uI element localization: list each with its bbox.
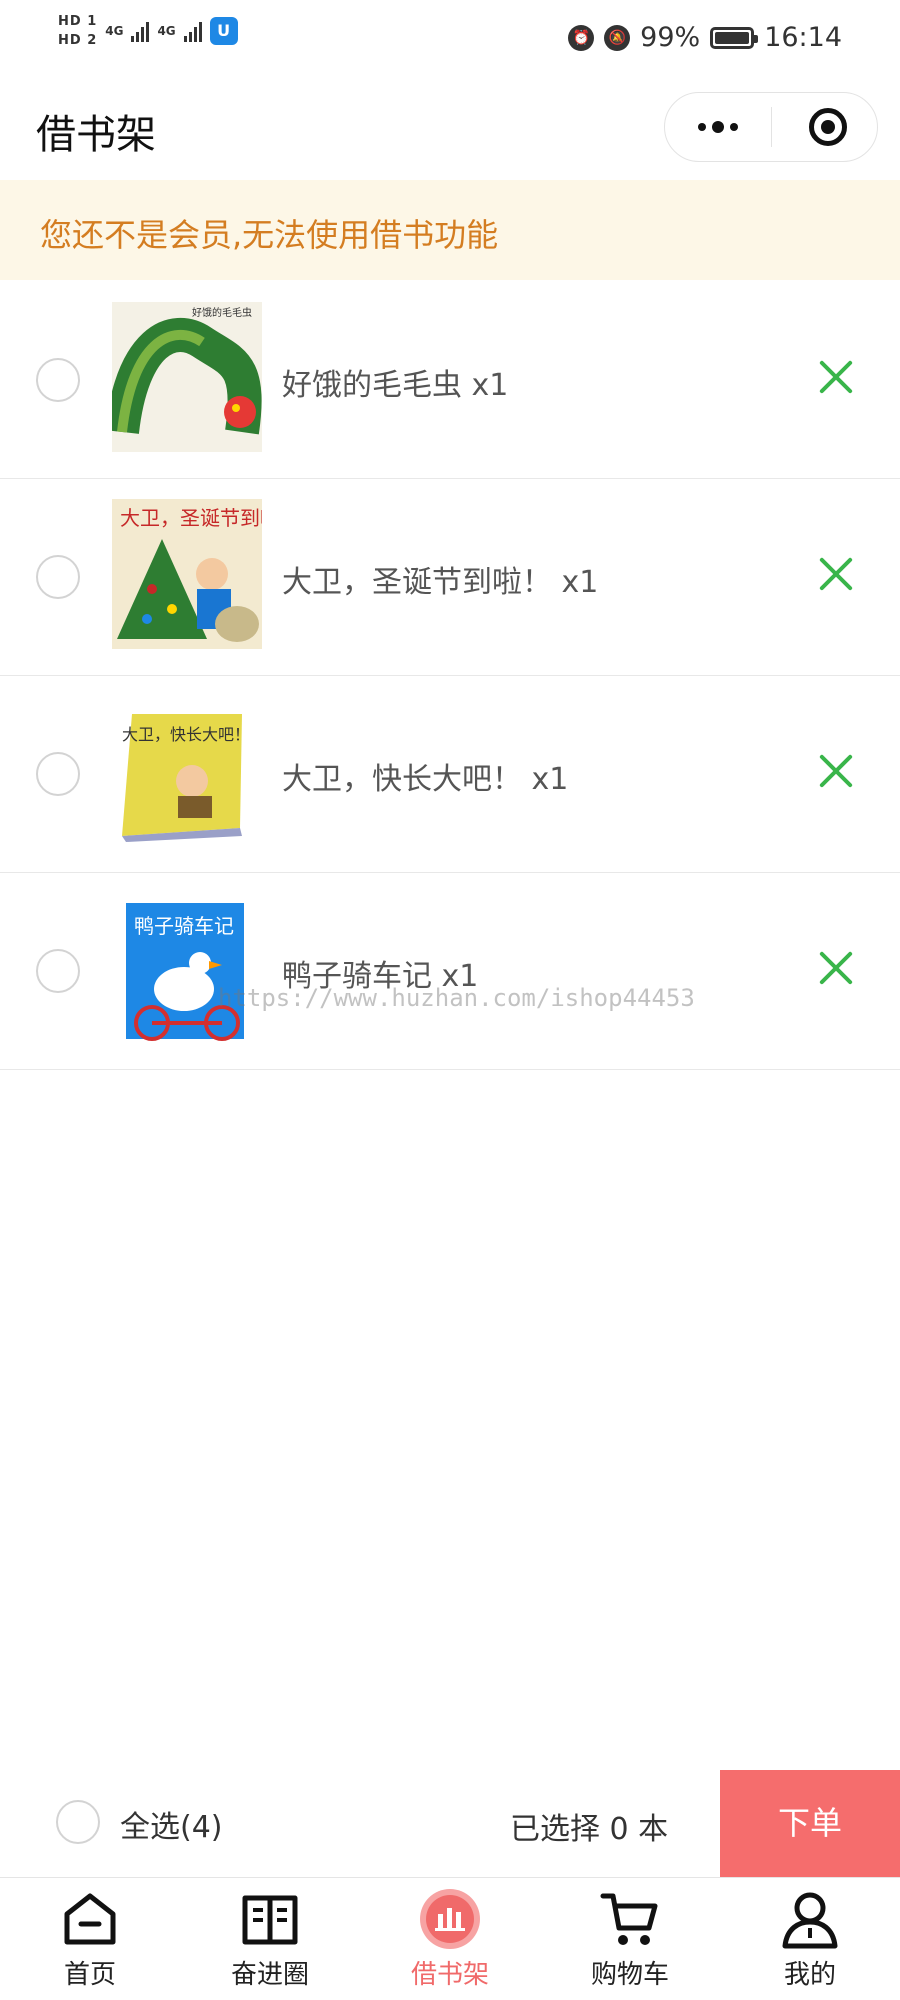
signal1-icon xyxy=(131,20,150,42)
more-menu-button[interactable] xyxy=(665,93,771,161)
list-item: 鸭子骑车记 鸭子骑车记 x1 xyxy=(0,873,900,1070)
cover-title-text: 大卫，快长大吧！ xyxy=(122,725,250,744)
tab-label: 购物车 xyxy=(590,1960,669,1990)
signal2-icon xyxy=(183,20,202,42)
tab-circle[interactable]: 奋进圈 xyxy=(210,1888,330,1991)
book-select-radio[interactable] xyxy=(36,358,80,402)
delete-icon[interactable] xyxy=(816,751,856,791)
tab-label: 首页 xyxy=(63,1960,116,1990)
cover-title-text: 鸭子骑车记 xyxy=(134,914,234,938)
battery-icon xyxy=(710,26,759,49)
more-dot-icon xyxy=(730,123,738,131)
tab-home[interactable]: 首页 xyxy=(30,1888,150,1991)
mute-icon: 🔕 xyxy=(604,24,631,51)
select-all-label[interactable]: 全选(4) xyxy=(120,1802,223,1846)
tab-label: 我的 xyxy=(783,1960,836,1990)
alarm-icon: ⏰ xyxy=(568,24,595,51)
tab-label: 借书架 xyxy=(410,1960,489,1990)
book-name: 好饿的毛毛虫 x1 xyxy=(282,368,509,403)
book-select-radio[interactable] xyxy=(36,949,80,993)
sim1-label: HD 1 xyxy=(58,14,98,29)
book-select-radio[interactable] xyxy=(36,752,80,796)
list-item: 大卫，圣诞节到啦！ 大卫，圣诞节到啦！ x1 xyxy=(0,479,900,676)
delete-icon[interactable] xyxy=(816,554,856,594)
user-icon xyxy=(782,1892,838,1949)
capsule-divider xyxy=(771,107,772,147)
book-list: 好饿的毛毛虫 好饿的毛毛虫 x1 大卫，圣诞节到啦！ 大卫，圣诞节到啦！ x1 xyxy=(0,282,900,1070)
sim-indicators: HD 1 HD 2 xyxy=(58,14,97,48)
tab-cart[interactable]: 购物车 xyxy=(570,1888,690,1991)
book-cover: 好饿的毛毛虫 xyxy=(112,302,262,452)
book-cover: 鸭子骑车记 xyxy=(112,893,262,1043)
order-button[interactable]: 下单 xyxy=(720,1770,900,1877)
status-left: HD 1 HD 2 4G 4G U xyxy=(58,14,238,48)
watermark: https://www.huzhan.com/ishop44453 xyxy=(218,984,695,1012)
tab-label: 奋进圈 xyxy=(230,1960,309,1990)
close-miniprogram-button[interactable] xyxy=(809,108,847,146)
miniprogram-capsule xyxy=(664,92,878,162)
status-bar: HD 1 HD 2 4G 4G U ⏰ 🔕 99% 16:14 xyxy=(0,0,900,80)
title-bar: 借书架 xyxy=(0,80,900,180)
book-cover: 大卫，快长大吧！ xyxy=(112,696,262,846)
network2-label: 4G xyxy=(157,24,176,38)
bookshelf-icon xyxy=(420,1889,480,1949)
select-all-radio[interactable] xyxy=(56,1800,100,1844)
tab-bar: 首页 奋进圈 借书架 购物车 我的 xyxy=(0,1877,900,2000)
battery-percent: 99% xyxy=(640,22,701,53)
home-icon xyxy=(64,1893,116,1945)
list-item: 好饿的毛毛虫 好饿的毛毛虫 x1 xyxy=(0,282,900,479)
more-dot-icon xyxy=(712,121,724,133)
cart-icon xyxy=(600,1893,658,1945)
target-icon xyxy=(821,120,835,134)
clock: 16:14 xyxy=(764,22,842,53)
book-name: 大卫，快长大吧！ x1 xyxy=(282,762,569,797)
delete-icon[interactable] xyxy=(816,357,856,397)
cover-title-text: 大卫，圣诞节到啦！ xyxy=(120,506,262,530)
book-name: 大卫，圣诞节到啦！ x1 xyxy=(282,565,599,600)
status-right: ⏰ 🔕 99% 16:14 xyxy=(568,22,842,53)
book-open-icon xyxy=(242,1895,298,1945)
book-cover: 大卫，圣诞节到啦！ xyxy=(112,499,262,649)
delete-icon[interactable] xyxy=(816,948,856,988)
selected-count-text: 已选择 0 本 xyxy=(510,1812,669,1847)
member-notice-banner: 您还不是会员,无法使用借书功能 xyxy=(0,180,900,280)
book-select-radio[interactable] xyxy=(36,555,80,599)
more-dot-icon xyxy=(698,123,706,131)
tab-bookshelf[interactable]: 借书架 xyxy=(390,1888,510,1991)
member-notice-text: 您还不是会员,无法使用借书功能 xyxy=(40,216,499,254)
app-notification-icon: U xyxy=(209,17,238,45)
checkout-bar: 全选(4) 已选择 0 本 下单 xyxy=(0,1770,900,1877)
list-item: 大卫，快长大吧！ 大卫，快长大吧！ x1 xyxy=(0,676,900,873)
cover-title-text: 好饿的毛毛虫 xyxy=(192,306,252,319)
network1-label: 4G xyxy=(105,24,124,38)
page-title: 借书架 xyxy=(36,112,156,158)
tab-mine[interactable]: 我的 xyxy=(750,1888,870,1991)
sim2-label: HD 2 xyxy=(58,33,98,48)
